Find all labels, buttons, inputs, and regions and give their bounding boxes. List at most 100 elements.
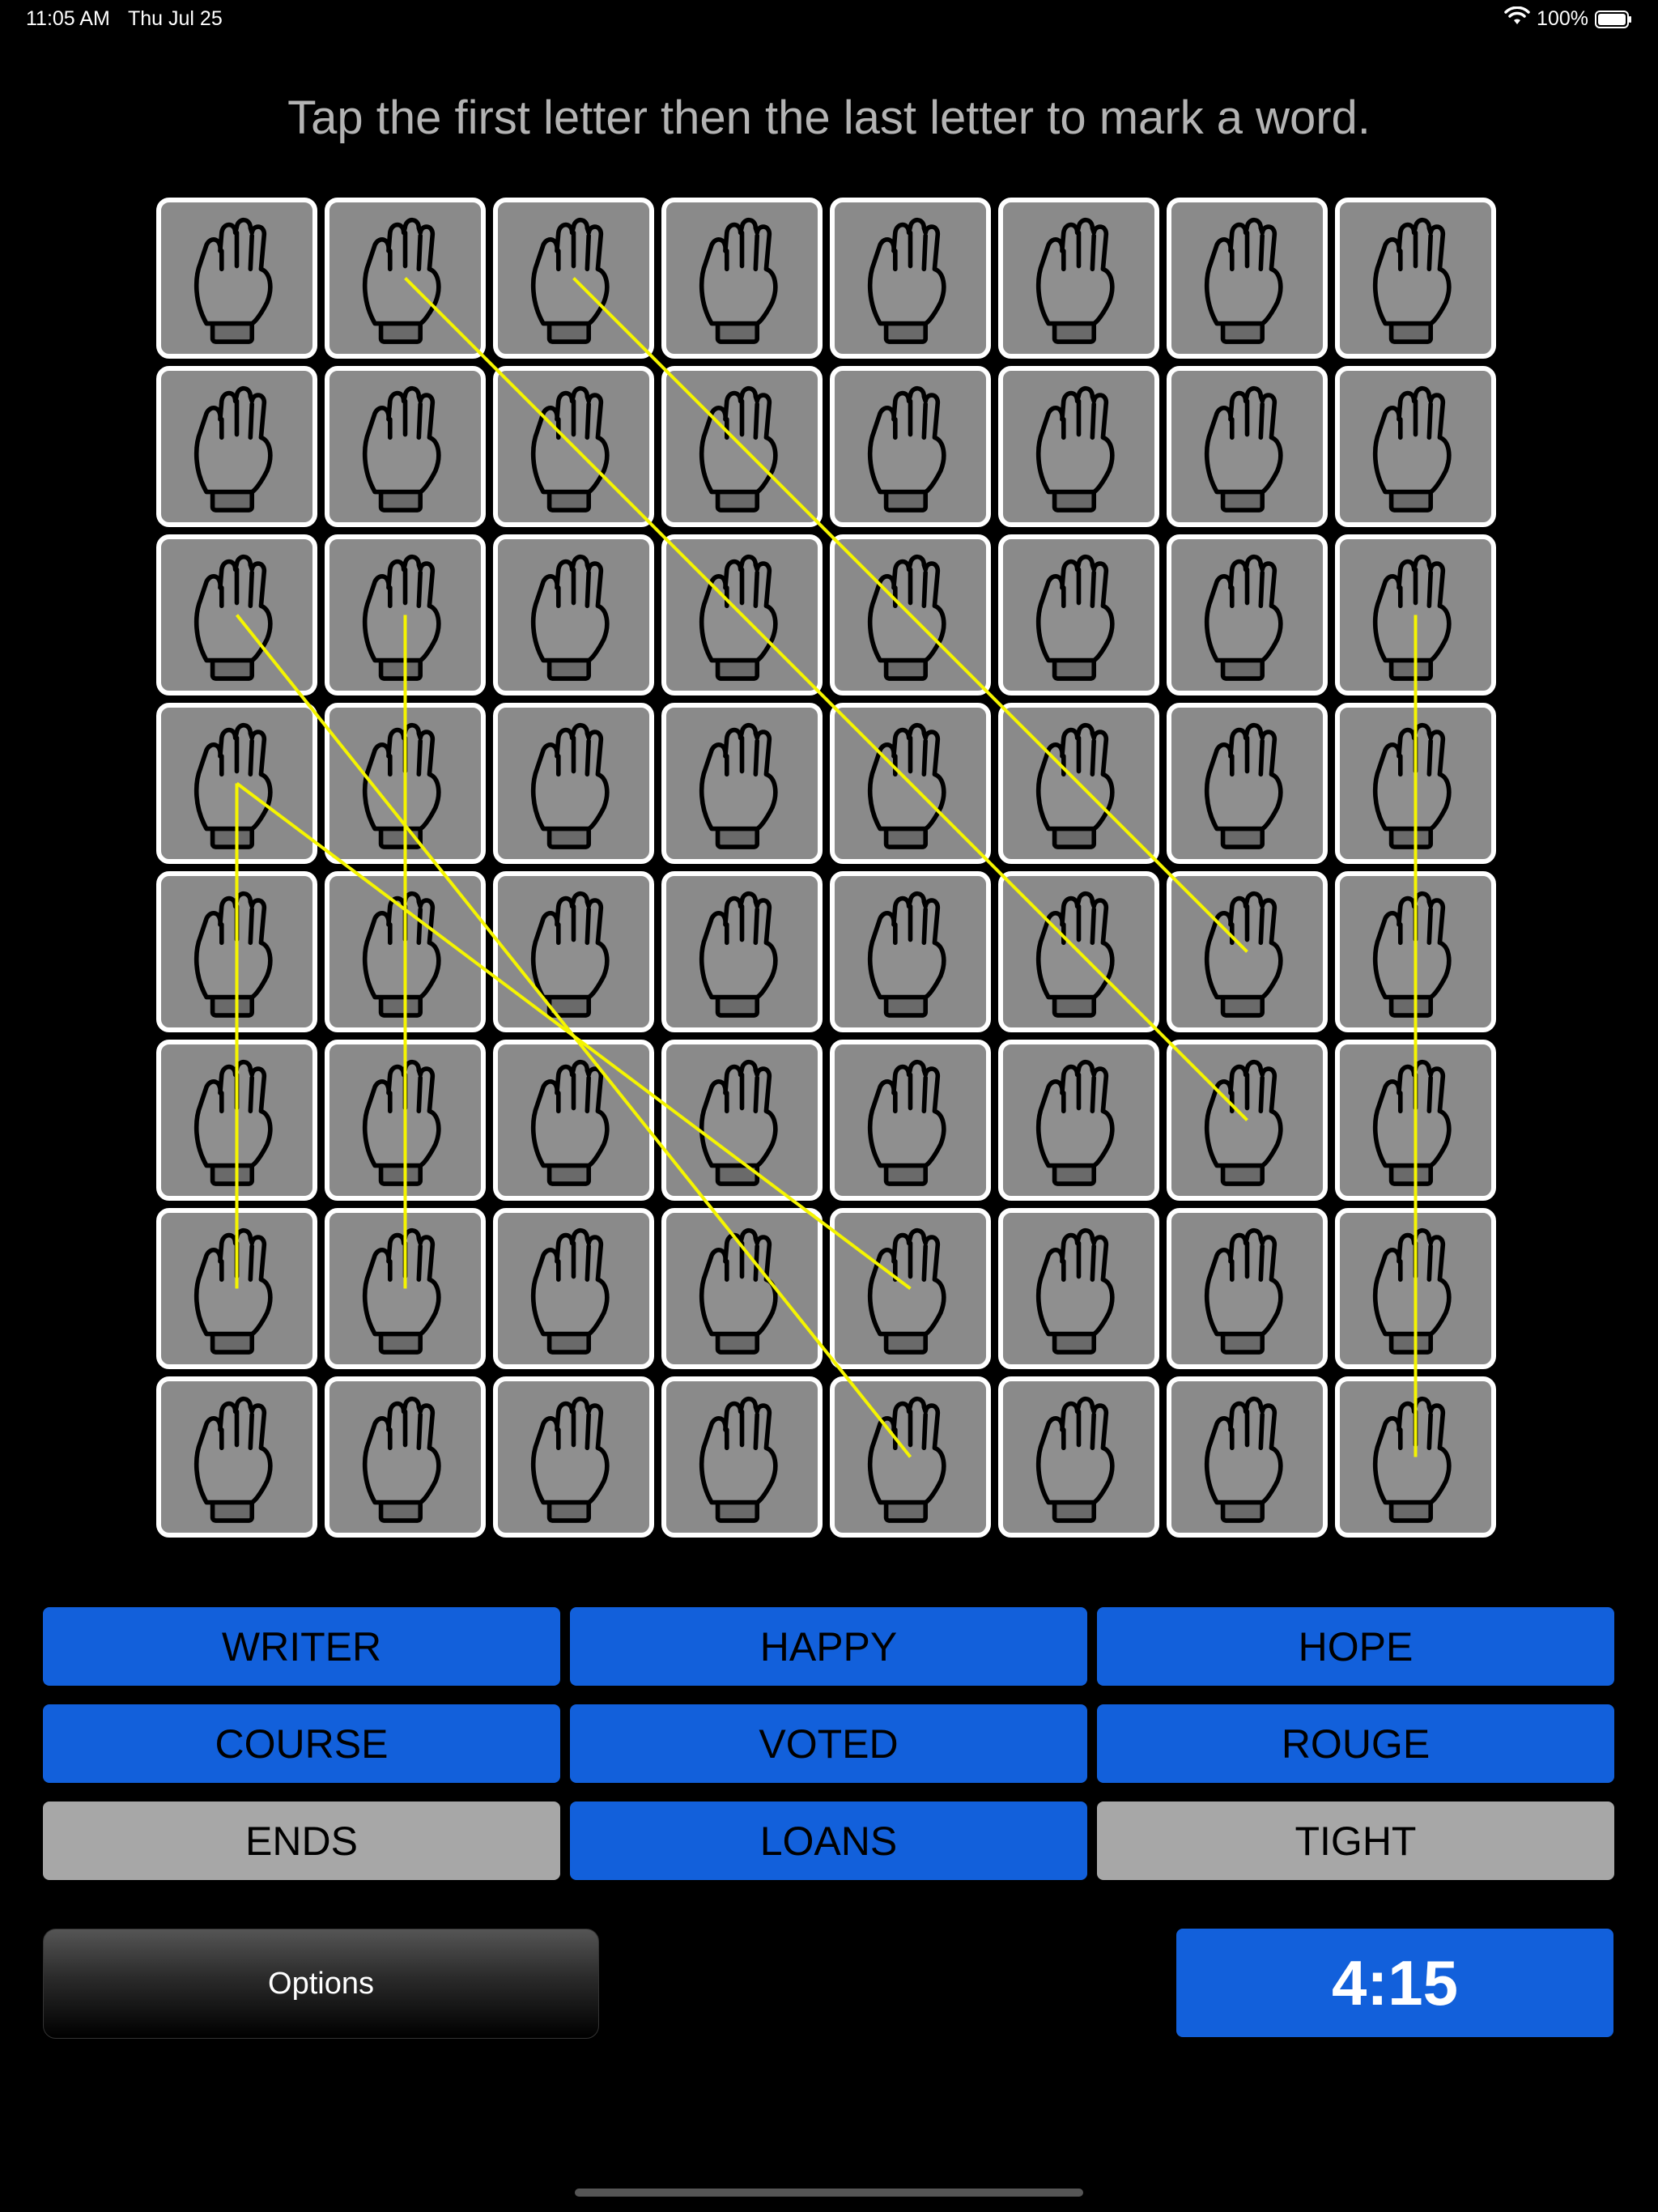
grid-tile[interactable]: [156, 366, 317, 527]
hand-sign-icon: [329, 1213, 481, 1364]
grid-tile[interactable]: [1167, 1040, 1328, 1201]
grid-tile[interactable]: [661, 1376, 823, 1538]
grid-tile[interactable]: [998, 1376, 1159, 1538]
grid-tile[interactable]: [998, 1208, 1159, 1369]
grid-tile[interactable]: [1335, 871, 1496, 1032]
grid-tile[interactable]: [493, 198, 654, 359]
grid-tile[interactable]: [156, 703, 317, 864]
grid-tile[interactable]: [156, 1376, 317, 1538]
grid-tile[interactable]: [1335, 1376, 1496, 1538]
grid-tile[interactable]: [1167, 1208, 1328, 1369]
grid-tile[interactable]: [493, 703, 654, 864]
grid-tile[interactable]: [830, 1040, 991, 1201]
grid-tile[interactable]: [1335, 1040, 1496, 1201]
grid-tile[interactable]: [661, 703, 823, 864]
grid-tile[interactable]: [493, 534, 654, 696]
hand-sign-icon: [329, 371, 481, 522]
grid-tile[interactable]: [661, 871, 823, 1032]
hand-sign-icon: [1340, 202, 1491, 354]
hand-sign-icon: [498, 1381, 649, 1533]
hand-sign-icon: [329, 876, 481, 1027]
word-writer: WRITER: [43, 1607, 560, 1686]
hand-sign-icon: [1171, 539, 1323, 691]
grid-tile[interactable]: [156, 534, 317, 696]
hand-sign-icon: [835, 539, 986, 691]
hand-sign-icon: [161, 708, 312, 859]
hand-sign-icon: [1003, 371, 1154, 522]
options-button[interactable]: Options: [43, 1929, 599, 2039]
grid-tile[interactable]: [830, 1376, 991, 1538]
hand-sign-icon: [1003, 202, 1154, 354]
grid-tile[interactable]: [325, 366, 486, 527]
grid-tile[interactable]: [1335, 703, 1496, 864]
hand-sign-icon: [1340, 1044, 1491, 1196]
grid-tile[interactable]: [830, 534, 991, 696]
grid-tile[interactable]: [830, 1208, 991, 1369]
grid-tile[interactable]: [830, 703, 991, 864]
grid-tile[interactable]: [1335, 198, 1496, 359]
grid-tile[interactable]: [325, 703, 486, 864]
grid-tile[interactable]: [493, 366, 654, 527]
grid-tile[interactable]: [493, 1040, 654, 1201]
grid-tile[interactable]: [493, 1376, 654, 1538]
grid-tile[interactable]: [1167, 1376, 1328, 1538]
grid-tile[interactable]: [325, 1208, 486, 1369]
grid-tile[interactable]: [325, 1376, 486, 1538]
hand-sign-icon: [835, 1044, 986, 1196]
grid-tile[interactable]: [325, 1040, 486, 1201]
hand-sign-icon: [666, 1044, 818, 1196]
hand-sign-icon: [498, 1044, 649, 1196]
grid-tile[interactable]: [998, 366, 1159, 527]
grid-tile[interactable]: [1167, 703, 1328, 864]
home-indicator: [575, 2189, 1083, 2197]
grid-tile[interactable]: [661, 366, 823, 527]
grid-tile[interactable]: [1167, 534, 1328, 696]
grid-tile[interactable]: [998, 703, 1159, 864]
hand-sign-icon: [666, 371, 818, 522]
word-ends: ENDS: [43, 1802, 560, 1880]
grid-tile[interactable]: [830, 198, 991, 359]
word-course: COURSE: [43, 1704, 560, 1783]
grid-tile[interactable]: [325, 198, 486, 359]
grid-tile[interactable]: [493, 1208, 654, 1369]
grid-tile[interactable]: [998, 871, 1159, 1032]
grid-tile[interactable]: [156, 1208, 317, 1369]
hand-sign-icon: [666, 539, 818, 691]
grid-tile[interactable]: [661, 534, 823, 696]
grid-tile[interactable]: [1335, 534, 1496, 696]
grid-tile[interactable]: [1335, 366, 1496, 527]
grid-tile[interactable]: [661, 1040, 823, 1201]
grid-tile[interactable]: [661, 1208, 823, 1369]
timer: 4:15: [1176, 1929, 1613, 2037]
grid-tile[interactable]: [156, 871, 317, 1032]
status-date: Thu Jul 25: [128, 7, 223, 30]
grid-tile[interactable]: [998, 1040, 1159, 1201]
word-rouge: ROUGE: [1097, 1704, 1614, 1783]
hand-sign-icon: [835, 371, 986, 522]
hand-sign-icon: [161, 876, 312, 1027]
hand-sign-icon: [1171, 1044, 1323, 1196]
hand-sign-icon: [1003, 876, 1154, 1027]
grid-tile[interactable]: [1167, 871, 1328, 1032]
letter-grid: [156, 198, 1500, 1542]
grid-tile[interactable]: [1167, 366, 1328, 527]
hand-sign-icon: [1340, 1213, 1491, 1364]
grid-tile[interactable]: [1335, 1208, 1496, 1369]
hand-sign-icon: [835, 876, 986, 1027]
grid-tile[interactable]: [830, 366, 991, 527]
word-happy: HAPPY: [570, 1607, 1087, 1686]
grid-tile[interactable]: [1167, 198, 1328, 359]
grid-tile[interactable]: [998, 198, 1159, 359]
hand-sign-icon: [835, 1381, 986, 1533]
hand-sign-icon: [498, 876, 649, 1027]
grid-tile[interactable]: [493, 871, 654, 1032]
status-right: 100%: [1504, 6, 1632, 32]
grid-tile[interactable]: [156, 1040, 317, 1201]
grid-tile[interactable]: [998, 534, 1159, 696]
grid-tile[interactable]: [325, 534, 486, 696]
grid-tile[interactable]: [156, 198, 317, 359]
grid-tile[interactable]: [830, 871, 991, 1032]
grid-tile[interactable]: [325, 871, 486, 1032]
hand-sign-icon: [666, 876, 818, 1027]
grid-tile[interactable]: [661, 198, 823, 359]
